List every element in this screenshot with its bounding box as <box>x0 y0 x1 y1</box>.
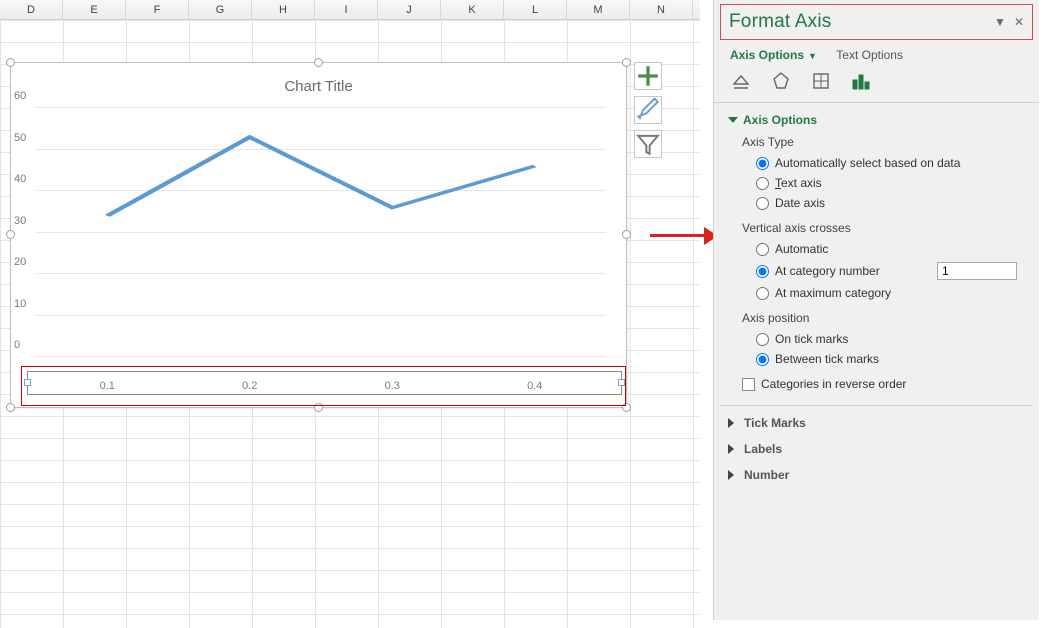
col-header[interactable]: H <box>252 0 315 19</box>
plot-area[interactable]: 0 10 20 30 40 50 60 0.1 0.2 0.3 0.4 <box>36 108 606 357</box>
col-header[interactable]: N <box>630 0 693 19</box>
resize-handle[interactable] <box>6 403 15 412</box>
column-headers: D E F G H I J K L M N <box>0 0 700 20</box>
y-tick: 20 <box>14 256 26 268</box>
resize-handle[interactable] <box>6 58 15 67</box>
resize-handle[interactable] <box>622 230 631 239</box>
y-tick: 0 <box>14 339 20 351</box>
pane-header: Format Axis ▼ ✕ <box>720 4 1033 40</box>
resize-handle[interactable] <box>6 230 15 239</box>
chart-styles-button[interactable] <box>634 96 662 124</box>
funnel-icon <box>635 131 661 157</box>
y-tick: 50 <box>14 132 26 144</box>
pane-title: Format Axis <box>729 11 832 33</box>
y-tick: 40 <box>14 173 26 185</box>
axis-type-label: Axis Type <box>728 127 1025 153</box>
checkbox-icon[interactable] <box>742 378 755 391</box>
worksheet-area: D E F G H I J K L M N Chart Title 0 10 2… <box>0 0 700 628</box>
axis-options-icon[interactable] <box>850 70 872 92</box>
plus-icon <box>635 63 661 89</box>
axis-between-tick-marks[interactable]: Between tick marks <box>728 349 1025 369</box>
resize-handle[interactable] <box>622 403 631 412</box>
collapse-icon <box>728 470 739 480</box>
y-tick: 30 <box>14 215 26 227</box>
fill-line-icon[interactable] <box>730 70 752 92</box>
axis-on-tick-marks[interactable]: On tick marks <box>728 329 1025 349</box>
col-header[interactable]: L <box>504 0 567 19</box>
pane-tab-row: Axis Options ▼ Text Options <box>720 40 1033 64</box>
line-series[interactable] <box>36 108 606 357</box>
chart-title[interactable]: Chart Title <box>11 78 626 95</box>
brush-icon <box>635 97 661 123</box>
x-tick: 0.4 <box>527 380 542 392</box>
vertical-axis-crosses-label: Vertical axis crosses <box>728 213 1025 239</box>
format-axis-pane: Format Axis ▼ ✕ Axis Options ▼ Text Optio… <box>713 0 1039 620</box>
tab-text-options[interactable]: Text Options <box>836 48 903 62</box>
axis-position-label: Axis position <box>728 303 1025 329</box>
col-header[interactable]: G <box>189 0 252 19</box>
section-tick-marks-label: Tick Marks <box>744 416 806 430</box>
chart-flyout-buttons <box>634 62 662 158</box>
col-header[interactable]: D <box>0 0 63 19</box>
section-axis-options-label: Axis Options <box>743 113 817 127</box>
annotation-arrow <box>650 225 720 245</box>
resize-handle[interactable] <box>622 58 631 67</box>
crosses-category-value[interactable] <box>937 262 1017 280</box>
expand-icon <box>728 117 738 123</box>
section-number-header[interactable]: Number <box>728 468 1025 482</box>
collapse-icon <box>728 418 739 428</box>
chart-object[interactable]: Chart Title 0 10 20 30 40 50 60 0.1 0.2 … <box>10 62 627 408</box>
categories-reverse-order[interactable]: Categories in reverse order <box>728 369 1025 395</box>
section-labels-header[interactable]: Labels <box>728 442 1025 456</box>
tab-axis-options[interactable]: Axis Options <box>730 48 804 62</box>
axis-type-text[interactable]: Text axis <box>728 173 1025 193</box>
col-header[interactable]: J <box>378 0 441 19</box>
pane-close-icon[interactable]: ✕ <box>1014 15 1024 29</box>
col-header[interactable]: K <box>441 0 504 19</box>
col-header[interactable]: F <box>126 0 189 19</box>
section-tick-marks-header[interactable]: Tick Marks <box>728 416 1025 430</box>
section-axis-options-header[interactable]: Axis Options <box>728 113 1025 127</box>
section-axis-options: Axis Options Axis Type Automatically sel… <box>720 103 1033 488</box>
resize-handle[interactable] <box>314 403 323 412</box>
crosses-at-maximum[interactable]: At maximum category <box>728 283 1025 303</box>
size-properties-icon[interactable] <box>810 70 832 92</box>
section-labels-label: Labels <box>744 442 782 456</box>
axis-type-date[interactable]: Date axis <box>728 193 1025 213</box>
crosses-automatic[interactable]: Automatic <box>728 239 1025 259</box>
chart-elements-button[interactable] <box>634 62 662 90</box>
x-tick: 0.1 <box>100 380 115 392</box>
y-tick: 10 <box>14 298 26 310</box>
col-header[interactable]: E <box>63 0 126 19</box>
axis-handle[interactable] <box>618 379 625 386</box>
axis-handle[interactable] <box>24 379 31 386</box>
x-tick: 0.2 <box>242 380 257 392</box>
collapse-icon <box>728 444 739 454</box>
y-tick: 60 <box>14 90 26 102</box>
pane-options-dropdown-icon[interactable]: ▼ <box>994 15 1006 29</box>
chart-filters-button[interactable] <box>634 130 662 158</box>
col-header[interactable]: I <box>315 0 378 19</box>
axis-type-auto[interactable]: Automatically select based on data <box>728 153 1025 173</box>
section-number-label: Number <box>744 468 789 482</box>
col-header[interactable]: M <box>567 0 630 19</box>
pane-category-icons <box>720 64 1033 102</box>
effects-icon[interactable] <box>770 70 792 92</box>
x-tick: 0.3 <box>385 380 400 392</box>
chevron-down-icon[interactable]: ▼ <box>808 51 817 61</box>
resize-handle[interactable] <box>314 58 323 67</box>
crosses-at-category[interactable]: At category number <box>728 259 1025 283</box>
